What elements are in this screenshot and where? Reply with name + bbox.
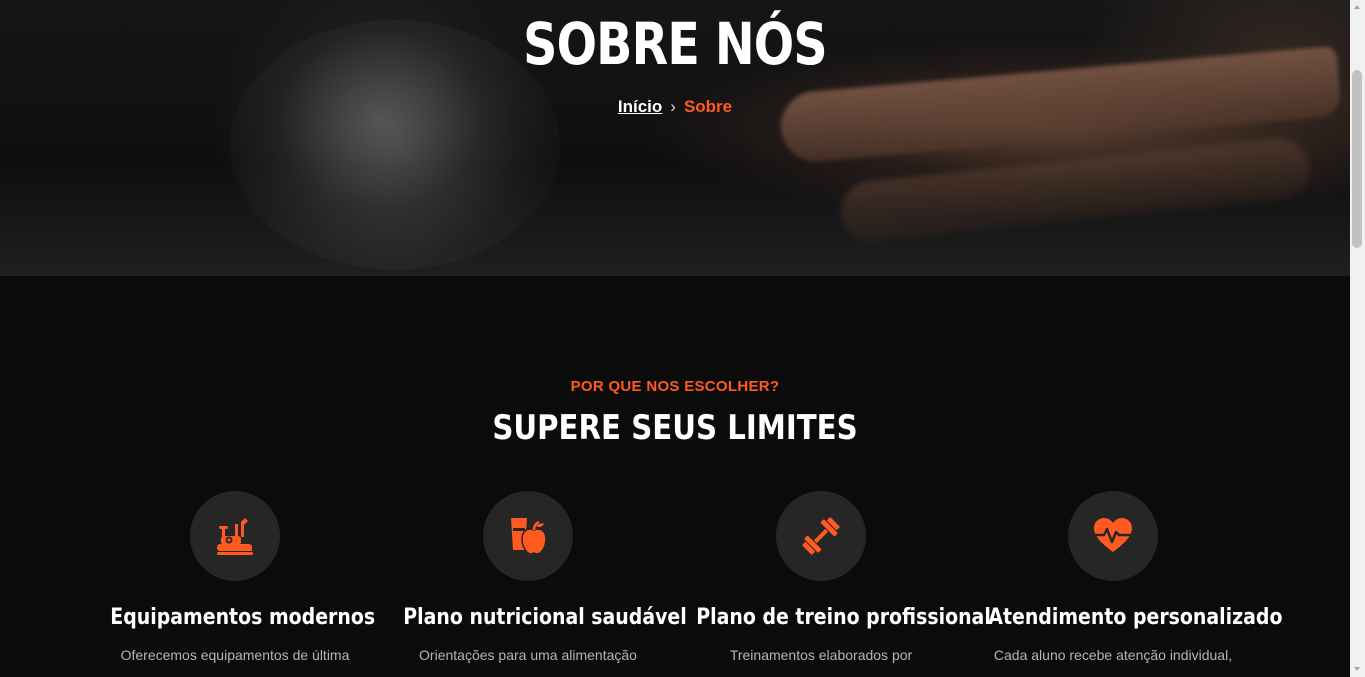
- breadcrumb-separator-icon: ›: [670, 97, 676, 116]
- gym-equipment-icon: [216, 518, 253, 555]
- dumbbell-icon: [802, 517, 840, 555]
- breadcrumb-current: Sobre: [683, 97, 733, 116]
- feature-card-training: Plano de treino profissional Treinamento…: [676, 491, 991, 665]
- feature-title: Plano nutricional saudável: [403, 605, 687, 630]
- scrollbar-thumb[interactable]: [1352, 70, 1362, 248]
- feature-icon-circle: [776, 491, 866, 581]
- scroll-up-arrow-icon[interactable]: [1350, 0, 1365, 15]
- feature-icon-circle: [190, 491, 280, 581]
- feature-card-nutrition: Plano nutricional saudável Orientações p…: [383, 491, 687, 665]
- nutrition-apple-icon: [511, 518, 547, 555]
- breadcrumb-home-link[interactable]: Início: [618, 97, 662, 116]
- section-eyebrow: POR QUE NOS ESCOLHER?: [570, 378, 780, 395]
- hero-banner: SOBRE NÓS Início › Sobre: [0, 0, 1350, 276]
- feature-description: Oferecemos equipamentos de última: [120, 647, 350, 663]
- feature-title: Plano de treino profissional: [696, 605, 991, 630]
- feature-description: Treinamentos elaborados por: [729, 647, 913, 663]
- heartbeat-icon: [1093, 518, 1133, 552]
- feature-icon-circle: [483, 491, 573, 581]
- scroll-down-arrow-icon[interactable]: [1350, 662, 1365, 677]
- vertical-scrollbar[interactable]: [1350, 0, 1365, 677]
- feature-title: Atendimento personalizado: [988, 605, 1283, 630]
- feature-card-equipment: Equipamentos modernos Oferecemos equipam…: [90, 491, 380, 665]
- page-title: SOBRE NÓS: [523, 10, 828, 78]
- breadcrumb: Início › Sobre: [0, 96, 1350, 118]
- page: SOBRE NÓS Início › Sobre POR QUE NOS ESCOL…: [0, 0, 1350, 677]
- feature-icon-circle: [1068, 491, 1158, 581]
- feature-title: Equipamentos modernos: [110, 605, 376, 630]
- feature-description: Cada aluno recebe atenção individual,: [993, 647, 1233, 663]
- feature-card-personal-service: Atendimento personalizado Cada aluno rec…: [968, 491, 1283, 665]
- section-title: SUPERE SEUS LIMITES: [492, 408, 858, 448]
- feature-description: Orientações para uma alimentação: [419, 647, 637, 663]
